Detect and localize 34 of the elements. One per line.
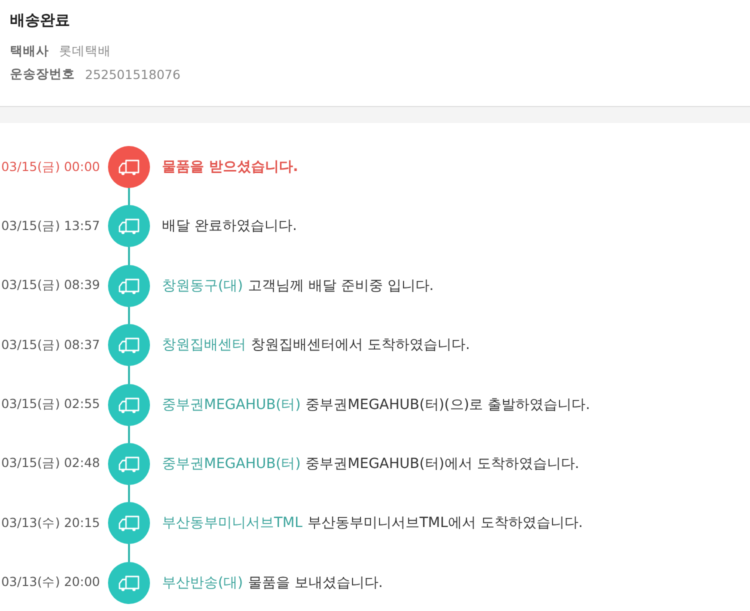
timeline-line bbox=[128, 188, 130, 206]
timeline-line bbox=[128, 306, 130, 324]
event-time: 03/13(수) 20:00 bbox=[1, 574, 100, 592]
event-location: 부산반송(대) bbox=[162, 574, 243, 592]
timeline-line bbox=[128, 247, 130, 265]
event-time: 03/15(금) 02:55 bbox=[1, 396, 100, 414]
event-location: 창원집배센터 bbox=[162, 336, 246, 354]
event-time: 03/15(금) 08:37 bbox=[1, 336, 100, 354]
field-value: 252501518076 bbox=[85, 67, 180, 82]
event-time: 03/15(금) 00:00 bbox=[1, 158, 100, 176]
field-label: 택배사 bbox=[10, 43, 49, 60]
timeline-line bbox=[128, 484, 130, 502]
event-location: 부산동부미니서브TML bbox=[162, 514, 302, 532]
status-title: 배송완료 bbox=[10, 10, 71, 30]
timeline-line bbox=[128, 366, 130, 384]
event-message: 부산동부미니서브TML에서 도착하였습니다. bbox=[307, 514, 583, 532]
event-location: 중부권MEGAHUB(터) bbox=[162, 454, 301, 473]
timeline-line bbox=[128, 544, 130, 562]
field-value: 롯데택배 bbox=[59, 43, 111, 60]
field-label: 운송장번호 bbox=[10, 66, 75, 83]
event-message: 창원집배센터에서 도착하였습니다. bbox=[251, 336, 470, 354]
event-message: 물품을 받으셨습니다. bbox=[162, 158, 298, 176]
event-message: 배달 완료하였습니다. bbox=[162, 217, 297, 236]
event-message: 물품을 보내셨습니다. bbox=[248, 574, 383, 592]
event-message: 중부권MEGAHUB(터)에서 도착하였습니다. bbox=[306, 454, 580, 473]
event-message: 고객님께 배달 준비중 입니다. bbox=[248, 276, 434, 295]
event-time: 03/15(금) 02:48 bbox=[1, 455, 100, 472]
event-location: 중부권MEGAHUB(터) bbox=[162, 396, 301, 414]
event-time: 03/13(수) 20:15 bbox=[1, 514, 100, 532]
event-time: 03/15(금) 13:57 bbox=[1, 218, 100, 235]
event-time: 03/15(금) 08:39 bbox=[1, 277, 100, 294]
event-location: 창원동구(대) bbox=[162, 276, 243, 295]
event-message: 중부권MEGAHUB(터)(으)로 출발하였습니다. bbox=[306, 396, 590, 414]
timeline-line bbox=[128, 426, 130, 443]
